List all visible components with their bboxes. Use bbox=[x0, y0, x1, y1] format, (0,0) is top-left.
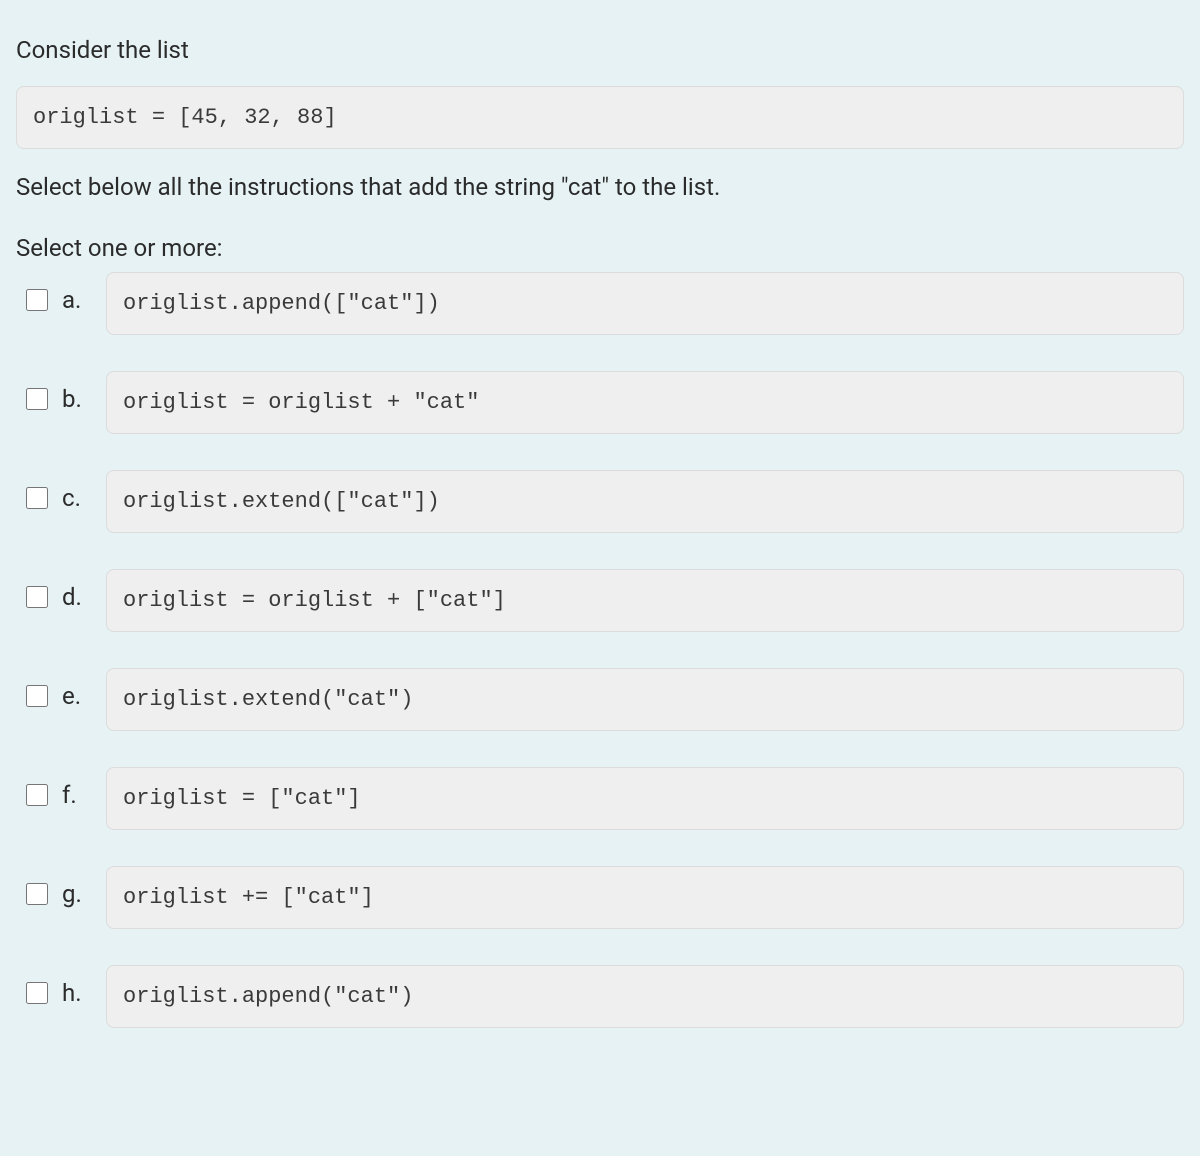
option-g-label: g. bbox=[62, 880, 82, 908]
option-control: b. bbox=[16, 371, 106, 413]
option-f: f. origlist = ["cat"] bbox=[16, 767, 1184, 830]
option-h: h. origlist.append("cat") bbox=[16, 965, 1184, 1028]
option-c-code: origlist.extend(["cat"]) bbox=[106, 470, 1184, 533]
option-a-checkbox[interactable] bbox=[26, 289, 48, 311]
option-f-label: f. bbox=[62, 781, 77, 809]
option-control: g. bbox=[16, 866, 106, 908]
option-a: a. origlist.append(["cat"]) bbox=[16, 272, 1184, 335]
option-h-checkbox[interactable] bbox=[26, 982, 48, 1004]
option-e-checkbox[interactable] bbox=[26, 685, 48, 707]
options-list: a. origlist.append(["cat"]) b. origlist … bbox=[16, 272, 1184, 1028]
option-e-code: origlist.extend("cat") bbox=[106, 668, 1184, 731]
option-h-code: origlist.append("cat") bbox=[106, 965, 1184, 1028]
option-b-code: origlist = origlist + "cat" bbox=[106, 371, 1184, 434]
option-a-code: origlist.append(["cat"]) bbox=[106, 272, 1184, 335]
option-c: c. origlist.extend(["cat"]) bbox=[16, 470, 1184, 533]
option-g-code: origlist += ["cat"] bbox=[106, 866, 1184, 929]
option-control: a. bbox=[16, 272, 106, 314]
option-h-label: h. bbox=[62, 979, 82, 1007]
option-f-code: origlist = ["cat"] bbox=[106, 767, 1184, 830]
question-instruction: Select below all the instructions that a… bbox=[16, 171, 1184, 205]
question-intro: Consider the list bbox=[16, 34, 1184, 68]
option-g: g. origlist += ["cat"] bbox=[16, 866, 1184, 929]
option-d-checkbox[interactable] bbox=[26, 586, 48, 608]
option-control: f. bbox=[16, 767, 106, 809]
select-prompt: Select one or more: bbox=[16, 234, 1184, 262]
option-control: d. bbox=[16, 569, 106, 611]
option-b: b. origlist = origlist + "cat" bbox=[16, 371, 1184, 434]
option-d: d. origlist = origlist + ["cat"] bbox=[16, 569, 1184, 632]
option-c-checkbox[interactable] bbox=[26, 487, 48, 509]
option-d-code: origlist = origlist + ["cat"] bbox=[106, 569, 1184, 632]
option-control: e. bbox=[16, 668, 106, 710]
option-e-label: e. bbox=[62, 682, 81, 710]
option-b-label: b. bbox=[62, 385, 82, 413]
option-c-label: c. bbox=[62, 484, 81, 512]
option-a-label: a. bbox=[62, 286, 81, 314]
option-d-label: d. bbox=[62, 583, 82, 611]
option-control: h. bbox=[16, 965, 106, 1007]
option-f-checkbox[interactable] bbox=[26, 784, 48, 806]
question-code: origlist = [45, 32, 88] bbox=[16, 86, 1184, 149]
question-container: Consider the list origlist = [45, 32, 88… bbox=[0, 0, 1200, 1084]
option-b-checkbox[interactable] bbox=[26, 388, 48, 410]
option-g-checkbox[interactable] bbox=[26, 883, 48, 905]
option-control: c. bbox=[16, 470, 106, 512]
option-e: e. origlist.extend("cat") bbox=[16, 668, 1184, 731]
